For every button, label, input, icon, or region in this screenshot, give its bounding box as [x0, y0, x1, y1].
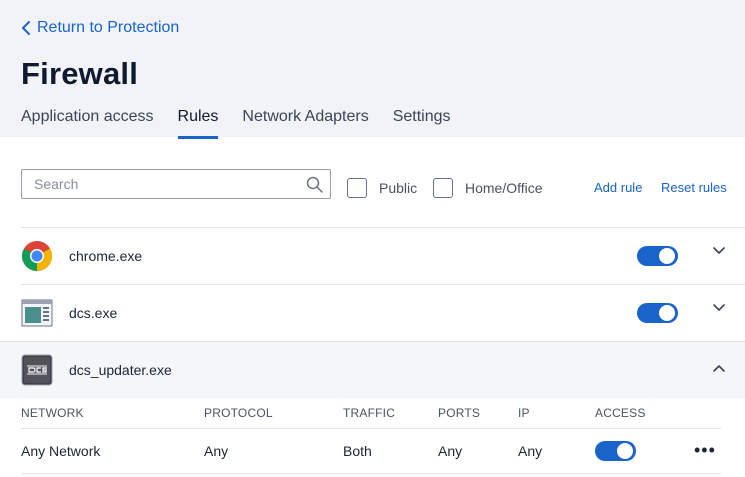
- search-input[interactable]: [22, 170, 292, 198]
- public-label: Public: [379, 180, 418, 196]
- app-row-chrome[interactable]: chrome.exe: [21, 227, 745, 284]
- chevron-up-icon[interactable]: [713, 364, 725, 372]
- column-header-ip: IP: [518, 406, 530, 420]
- rule-network: Any Network: [21, 443, 101, 459]
- return-to-protection-label: Return to Protection: [37, 19, 180, 36]
- app-row-dcs-updater[interactable]: dcs_updater.exe: [0, 341, 745, 398]
- tab-rules[interactable]: Rules: [177, 108, 218, 139]
- page-title: Firewall: [21, 56, 139, 91]
- filter-home-office[interactable]: Home/Office: [433, 178, 543, 198]
- rule-ip: Any: [518, 443, 543, 459]
- more-options-icon[interactable]: •••: [694, 441, 716, 459]
- toggle-knob: [617, 443, 633, 459]
- rule-access-toggle[interactable]: [595, 441, 636, 461]
- tab-settings[interactable]: Settings: [393, 108, 451, 138]
- home-office-label: Home/Office: [465, 180, 543, 196]
- return-to-protection-link[interactable]: Return to Protection: [21, 19, 179, 37]
- dcs-updater-icon: [21, 354, 53, 386]
- dcs-app-icon: [21, 297, 53, 329]
- home-office-checkbox[interactable]: [433, 178, 453, 198]
- app-name: chrome.exe: [69, 248, 143, 264]
- rule-traffic: Both: [343, 443, 372, 459]
- app-row-dcs[interactable]: dcs.exe: [21, 284, 745, 341]
- tab-bar: Application access Rules Network Adapter…: [21, 108, 475, 139]
- column-header-traffic: TRAFFIC: [343, 406, 396, 420]
- app-name: dcs.exe: [69, 305, 118, 321]
- add-rule-link[interactable]: Add rule: [594, 180, 642, 195]
- divider: [21, 473, 721, 474]
- filter-public[interactable]: Public: [347, 178, 417, 198]
- reset-rules-link[interactable]: Reset rules: [661, 180, 727, 195]
- tab-network-adapters[interactable]: Network Adapters: [242, 108, 368, 138]
- chevron-down-icon[interactable]: [713, 304, 725, 312]
- search-icon[interactable]: [306, 176, 324, 194]
- chevron-left-icon: [22, 21, 30, 35]
- rule-protocol: Any: [204, 443, 229, 459]
- search-box: [21, 169, 331, 199]
- column-header-protocol: PROTOCOL: [204, 406, 273, 420]
- tab-application-access[interactable]: Application access: [21, 108, 154, 138]
- chrome-icon: [21, 240, 53, 272]
- column-header-ports: PORTS: [438, 406, 481, 420]
- chevron-down-icon[interactable]: [713, 247, 725, 255]
- rule-ports: Any: [438, 443, 463, 459]
- public-checkbox[interactable]: [347, 178, 367, 198]
- page-header: Return to Protection Firewall Applicatio…: [0, 0, 745, 139]
- column-header-access: ACCESS: [595, 406, 646, 420]
- dcs-access-toggle[interactable]: [637, 303, 678, 323]
- toggle-knob: [659, 305, 675, 321]
- toggle-knob: [659, 248, 675, 264]
- column-header-network: NETWORK: [21, 406, 84, 420]
- divider: [21, 428, 721, 429]
- chrome-access-toggle[interactable]: [637, 246, 678, 266]
- app-name: dcs_updater.exe: [69, 362, 172, 378]
